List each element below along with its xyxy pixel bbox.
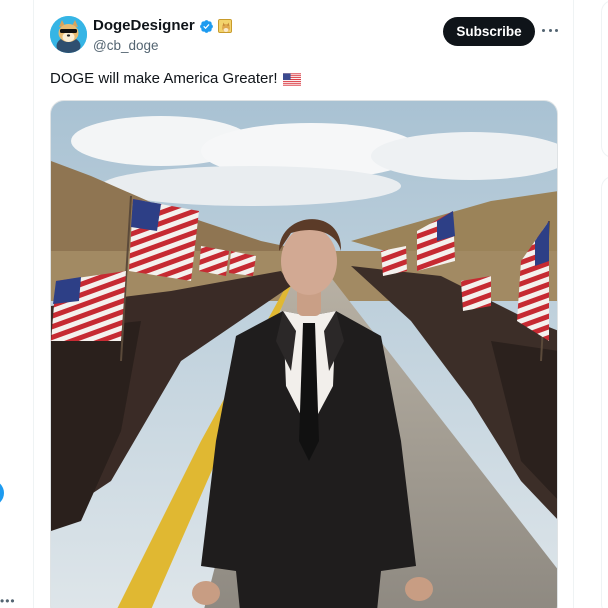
right-sidebar-edge xyxy=(575,0,608,608)
subscribe-button[interactable]: Subscribe xyxy=(443,17,535,46)
doge-avatar-icon[interactable] xyxy=(50,16,87,53)
right-sidebar-card xyxy=(601,0,608,158)
tweet-text-content: DOGE will make America Greater! xyxy=(50,70,278,87)
tweet-photo[interactable] xyxy=(50,100,558,608)
tweet-text: DOGE will make America Greater! xyxy=(50,70,301,88)
right-sidebar-card xyxy=(601,176,608,608)
left-more-icon[interactable]: ••• xyxy=(0,594,16,608)
author-handle[interactable]: @cb_doge xyxy=(93,37,232,55)
left-column-edge: ••• xyxy=(0,0,33,608)
left-blue-button-edge[interactable] xyxy=(0,480,4,506)
tweet-post: DogeDesigner @cb_doge Subscribe DOGE wil… xyxy=(33,0,574,608)
us-flag-emoji xyxy=(282,72,301,86)
affiliate-badge-icon[interactable] xyxy=(217,19,232,33)
verified-badge-icon[interactable] xyxy=(199,19,214,34)
more-options-icon[interactable] xyxy=(542,22,558,38)
photo-man-in-suit-walking-road-with-american-flags-crowd xyxy=(51,101,557,608)
author-display-name[interactable]: DogeDesigner xyxy=(93,17,195,35)
author-info[interactable]: DogeDesigner @cb_doge xyxy=(93,17,232,55)
